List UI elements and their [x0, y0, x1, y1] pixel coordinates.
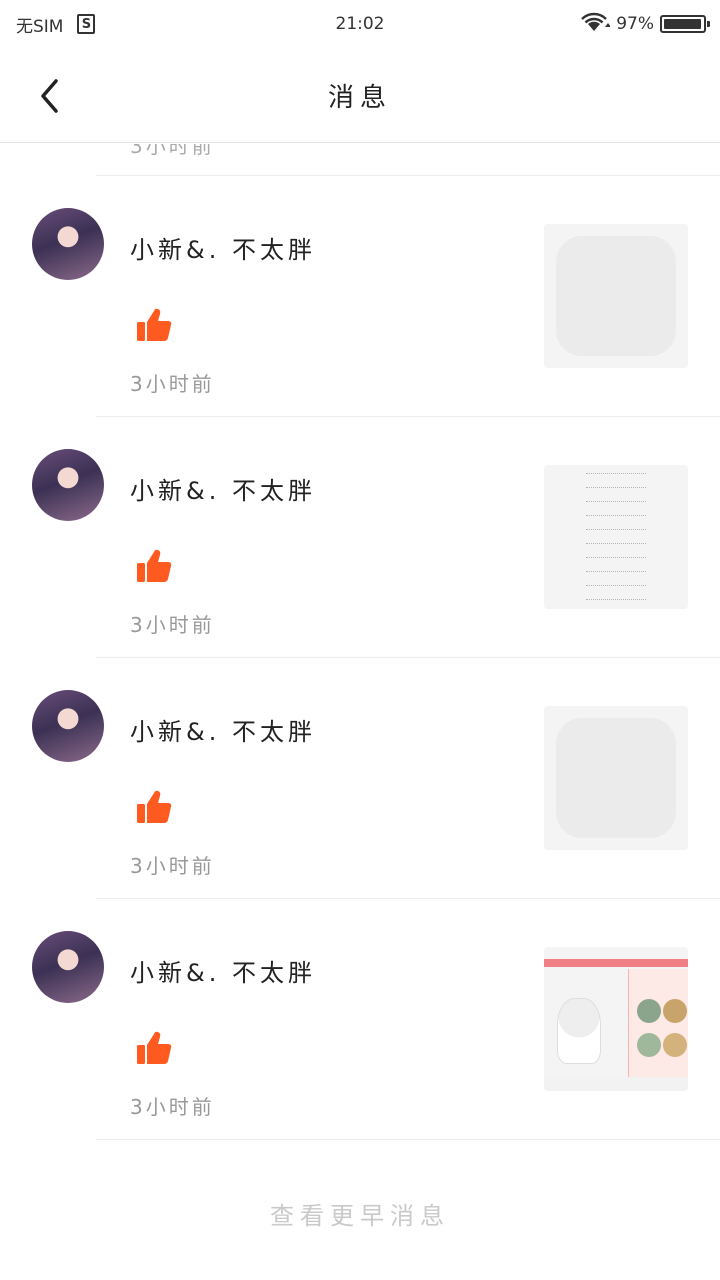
- page-title: 消息: [327, 82, 392, 113]
- avatar[interactable]: [32, 208, 104, 280]
- avatar[interactable]: [32, 449, 104, 521]
- user-name[interactable]: 小新&. 不太胖: [130, 471, 316, 506]
- user-name[interactable]: 小新&. 不太胖: [130, 953, 316, 988]
- time-ago: 3小时前: [130, 1095, 215, 1119]
- user-name[interactable]: 小新&. 不太胖: [130, 712, 316, 747]
- time-ago: 3小时前: [130, 144, 215, 158]
- carrier-label: 无SIM: [16, 16, 64, 37]
- thumbs-up-icon: [137, 308, 172, 341]
- chevron-left-icon: [41, 79, 58, 113]
- nav-bar: 消息: [0, 48, 720, 143]
- list-item[interactable]: 小新&. 不太胖 3小时前: [0, 899, 720, 1140]
- divider: [96, 1139, 720, 1140]
- avatar[interactable]: [32, 931, 104, 1003]
- wifi-icon: [578, 11, 612, 38]
- post-thumbnail[interactable]: [544, 224, 688, 368]
- user-name[interactable]: 小新&. 不太胖: [130, 230, 316, 265]
- post-thumbnail[interactable]: [544, 465, 688, 609]
- image-placeholder: [556, 718, 676, 838]
- back-button[interactable]: [30, 76, 70, 116]
- thumbs-up-icon: [137, 790, 172, 823]
- post-thumbnail[interactable]: [544, 706, 688, 850]
- list-item[interactable]: 小新&. 不太胖 3小时前: [0, 658, 720, 899]
- avatar[interactable]: [32, 690, 104, 762]
- time-ago: 3小时前: [130, 372, 215, 396]
- battery-icon: [660, 15, 710, 33]
- sim-icon: S: [77, 14, 96, 34]
- thumbs-up-icon: [137, 549, 172, 582]
- view-earlier-messages-link[interactable]: 查看更早消息: [0, 1196, 720, 1231]
- thumbs-up-icon: [137, 1031, 172, 1064]
- message-list[interactable]: 3小时前 小新&. 不太胖 3小时前 小新&. 不太胖 3小时前 小新&. 不太胖 3小时…: [0, 144, 720, 1140]
- image-placeholder: [556, 236, 676, 356]
- time-ago: 3小时前: [130, 613, 215, 637]
- battery-level: [664, 19, 701, 29]
- time-ago: 3小时前: [130, 854, 215, 878]
- list-item-partial[interactable]: 3小时前: [96, 144, 720, 176]
- list-item[interactable]: 小新&. 不太胖 3小时前: [0, 417, 720, 658]
- status-bar: 无SIM S 21:02 97%: [0, 0, 720, 48]
- post-thumbnail[interactable]: [544, 947, 688, 1091]
- clock: 21:02: [335, 14, 385, 34]
- battery-percent: 97%: [616, 14, 654, 34]
- list-item[interactable]: 小新&. 不太胖 3小时前: [0, 176, 720, 417]
